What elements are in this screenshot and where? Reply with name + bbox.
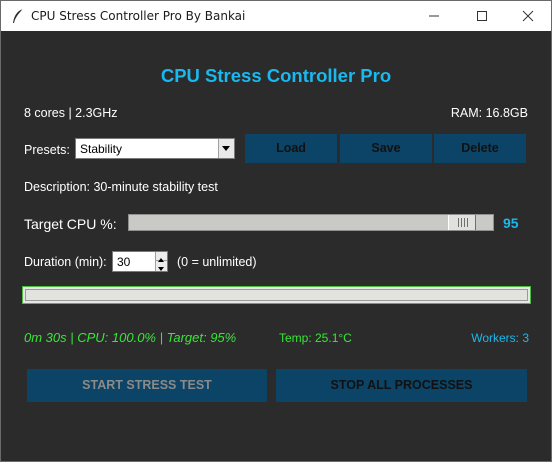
- load-preset-button[interactable]: Load: [245, 134, 337, 163]
- minimize-button[interactable]: [411, 1, 457, 31]
- delete-preset-button[interactable]: Delete: [434, 134, 526, 163]
- feather-icon: [11, 8, 25, 24]
- duration-hint: (0 = unlimited): [177, 255, 257, 269]
- duration-value: 30: [117, 255, 131, 269]
- title-bar[interactable]: CPU Stress Controller Pro By Bankai: [1, 1, 551, 31]
- target-cpu-value: 95: [503, 215, 519, 231]
- ram-info: RAM: 16.8GB: [450, 106, 528, 120]
- spin-buttons: [155, 252, 167, 271]
- duration-label: Duration (min):: [24, 255, 107, 269]
- stop-all-processes-button[interactable]: STOP ALL PROCESSES: [276, 369, 527, 402]
- target-cpu-slider[interactable]: [128, 214, 494, 231]
- chevron-down-icon[interactable]: [218, 139, 234, 158]
- start-stress-test-button[interactable]: START STRESS TEST: [27, 369, 267, 402]
- duration-spinbox[interactable]: 30: [112, 251, 168, 272]
- cpu-info: 8 cores | 2.3GHz: [24, 106, 118, 120]
- increment-icon[interactable]: [156, 252, 167, 262]
- preset-select[interactable]: Stability: [75, 138, 235, 159]
- save-preset-button[interactable]: Save: [340, 134, 432, 163]
- maximize-button[interactable]: [459, 1, 505, 31]
- page-title: CPU Stress Controller Pro: [160, 65, 392, 86]
- window-title: CPU Stress Controller Pro By Bankai: [31, 9, 246, 23]
- target-cpu-label: Target CPU %:: [24, 216, 117, 232]
- preset-select-value: Stability: [80, 142, 123, 156]
- slider-handle[interactable]: [448, 215, 476, 230]
- app-window: CPU Stress Controller Pro By Bankai CPU …: [0, 0, 552, 462]
- runtime-status: 0m 30s | CPU: 100.0% | Target: 95%: [24, 330, 237, 345]
- preset-description: Description: 30-minute stability test: [24, 180, 218, 194]
- presets-label: Presets:: [24, 143, 70, 157]
- temperature-status: Temp: 25.1°C: [279, 331, 352, 345]
- progress-bar: [22, 286, 531, 304]
- progress-fill: [25, 289, 528, 301]
- workers-status: Workers: 3: [471, 331, 529, 345]
- close-button[interactable]: [505, 1, 551, 31]
- decrement-icon[interactable]: [156, 261, 167, 271]
